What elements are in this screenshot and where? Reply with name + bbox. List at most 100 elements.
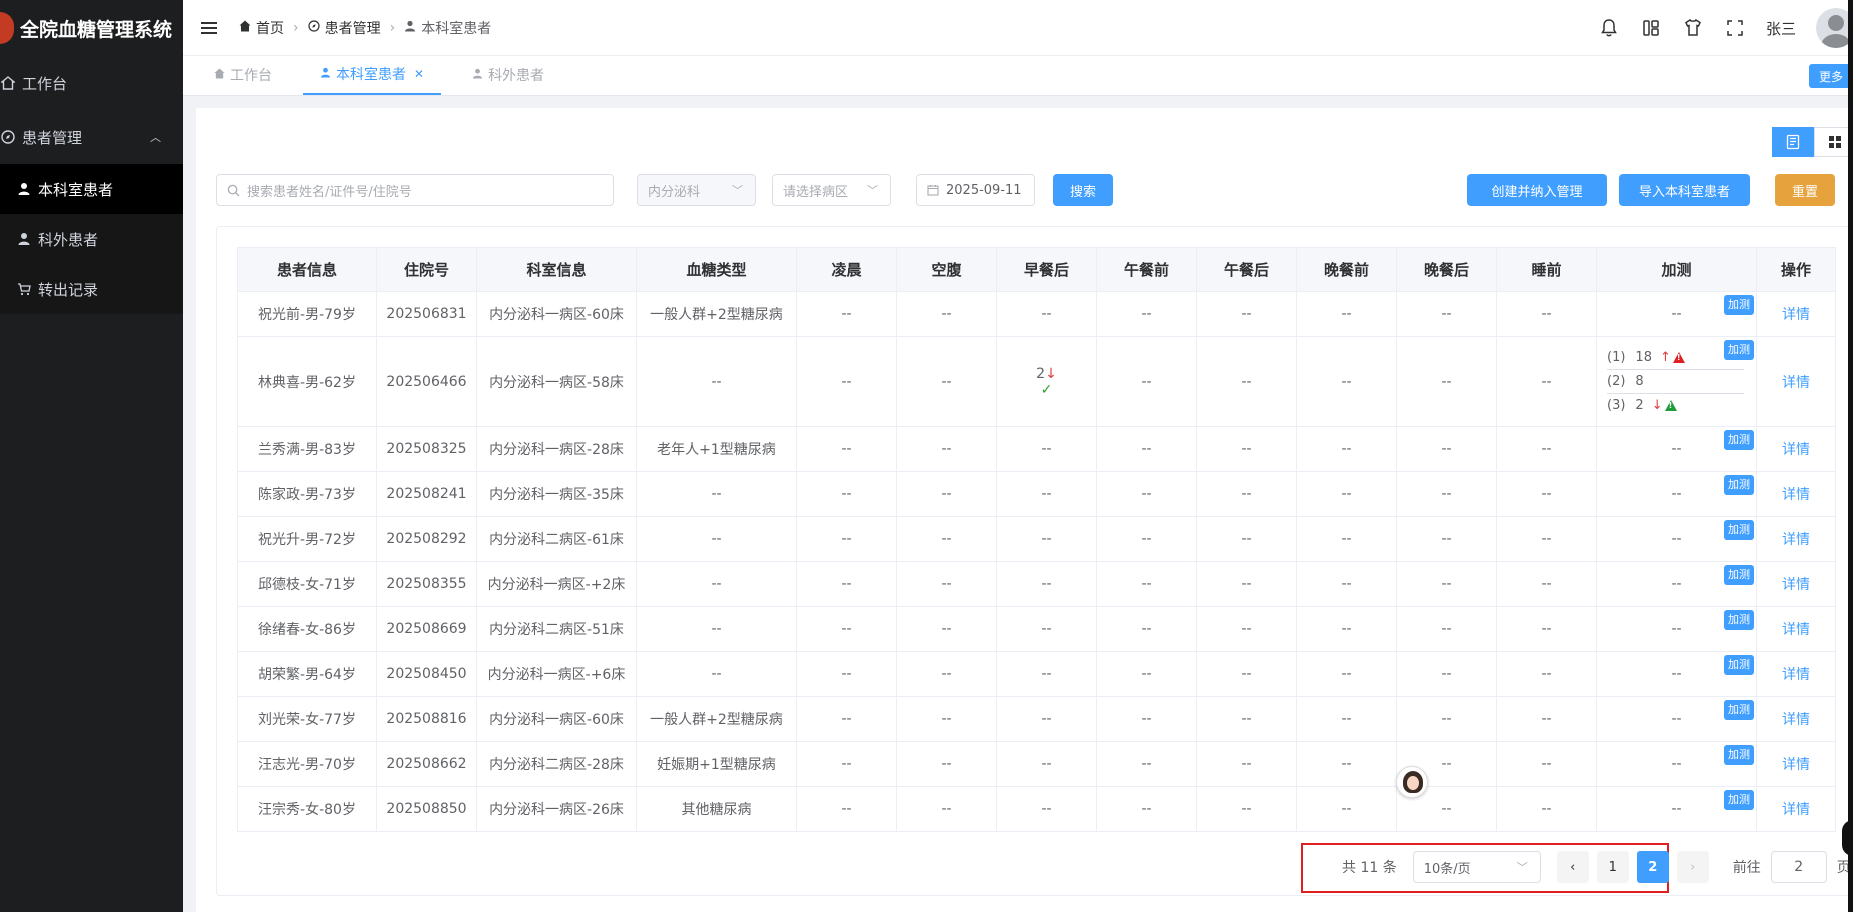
add-measure-button[interactable]: 加测 <box>1724 340 1754 360</box>
bell-icon[interactable] <box>1598 17 1620 39</box>
glucose-dawn-cell: -- <box>796 471 897 517</box>
patient-info-cell: 祝光升-男-72岁 <box>237 516 377 562</box>
chevron-left-icon: ‹ <box>1570 859 1576 875</box>
add-measure-button[interactable]: 加测 <box>1724 520 1754 540</box>
glucose-before-lunch-cell: -- <box>1096 516 1197 562</box>
col-header: 血糖类型 <box>636 247 797 292</box>
sidebar-item-patient-management[interactable]: 患者管理 ︿ <box>0 110 183 164</box>
add-measure-button[interactable]: 加测 <box>1724 655 1754 675</box>
glucose-after-lunch-cell: -- <box>1196 516 1297 562</box>
next-page-button[interactable]: › <box>1676 851 1709 883</box>
sidebar-item-workbench[interactable]: 工作台 <box>0 56 183 110</box>
extra-measure-cell: 加测 -- <box>1596 516 1757 562</box>
extra-measure-cell: 加测 -- <box>1596 741 1757 787</box>
tabs-more-button[interactable]: 更多 <box>1808 64 1853 88</box>
page-size-select[interactable]: 10条/页 ﹀ <box>1412 851 1541 883</box>
sidebar: 全院血糖管理系统 工作台 患者管理 ︿ 本科室患者 科外患者 转出记录 <box>0 0 183 912</box>
detail-link[interactable]: 详情 <box>1782 375 1810 391</box>
glucose-dawn-cell: -- <box>796 786 897 832</box>
assistant-avatar-icon[interactable] <box>1396 766 1428 798</box>
fullscreen-icon[interactable] <box>1724 17 1746 39</box>
glucose-fasting-cell: -- <box>896 651 997 697</box>
detail-link[interactable]: 详情 <box>1782 577 1810 593</box>
glucose-after-breakfast-cell: -- <box>996 426 1097 472</box>
detail-link[interactable]: 详情 <box>1782 487 1810 503</box>
detail-link[interactable]: 详情 <box>1782 532 1810 548</box>
extra-measure-value: 8 <box>1635 373 1644 389</box>
detail-link[interactable]: 详情 <box>1782 667 1810 683</box>
layout-icon[interactable] <box>1640 17 1662 39</box>
breadcrumb-item[interactable]: 首页 <box>256 18 284 38</box>
add-measure-button[interactable]: 加测 <box>1724 700 1754 720</box>
breadcrumb-item[interactable]: 患者管理 <box>325 18 381 38</box>
glucose-bedtime-cell: -- <box>1496 651 1597 697</box>
import-patients-button[interactable]: 导入本科室患者 <box>1619 174 1750 206</box>
user-name[interactable]: 张三 <box>1766 18 1796 39</box>
search-input[interactable]: 搜索患者姓名/证件号/住院号 <box>216 174 614 206</box>
detail-link[interactable]: 详情 <box>1782 307 1810 323</box>
page-1-button[interactable]: 1 <box>1596 851 1629 883</box>
glucose-dawn-cell: -- <box>796 336 897 427</box>
tab-workbench[interactable]: 工作台 <box>197 55 289 95</box>
sidebar-item-label: 科外患者 <box>38 230 99 249</box>
table-row: 汪志光-男-70岁 202508662 内分泌科二病区-28床 妊娠期+1型糖尿病 --… <box>237 741 1836 787</box>
extra-measure-index: (1) <box>1607 349 1626 365</box>
glucose-after-lunch-cell: -- <box>1196 651 1297 697</box>
add-measure-button[interactable]: 加测 <box>1724 790 1754 810</box>
create-manage-button[interactable]: 创建并纳入管理 <box>1467 174 1607 206</box>
detail-link[interactable]: 详情 <box>1782 712 1810 728</box>
floating-handle[interactable] <box>1842 820 1853 856</box>
glucose-fasting-cell: -- <box>896 336 997 427</box>
extra-measure-index: (2) <box>1607 373 1626 389</box>
breadcrumb-separator-icon: › <box>389 19 396 36</box>
add-measure-button[interactable]: 加测 <box>1724 610 1754 630</box>
close-icon[interactable]: ✕ <box>414 67 424 81</box>
detail-link[interactable]: 详情 <box>1782 802 1810 818</box>
empty-value: -- <box>1671 576 1682 592</box>
tab-external-patients[interactable]: 科外患者 <box>455 55 561 95</box>
add-measure-button[interactable]: 加测 <box>1724 295 1754 315</box>
glucose-dawn-cell: -- <box>796 561 897 607</box>
list-view-button[interactable] <box>1772 127 1814 157</box>
add-measure-button[interactable]: 加测 <box>1724 430 1754 450</box>
action-cell: 详情 <box>1756 516 1836 562</box>
search-bar: 搜索患者姓名/证件号/住院号 内分泌科 ﹀ 请选择病区 ﹀ 2025-09-11… <box>216 174 1853 206</box>
goto-page-input[interactable]: 2 <box>1770 851 1827 883</box>
detail-link[interactable]: 详情 <box>1782 442 1810 458</box>
col-header: 晚餐前 <box>1296 247 1397 292</box>
tab-dept-patients[interactable]: 本科室患者 ✕ <box>303 55 442 95</box>
sidebar-item-dept-patients[interactable]: 本科室患者 <box>0 164 183 214</box>
search-button[interactable]: 搜索 <box>1053 174 1113 206</box>
add-measure-button[interactable]: 加测 <box>1724 565 1754 585</box>
add-measure-button[interactable]: 加测 <box>1724 745 1754 765</box>
menu-toggle-icon[interactable] <box>201 21 217 34</box>
patient-info-cell: 胡荣繁-男-64岁 <box>237 651 377 697</box>
reset-button[interactable]: 重置 <box>1775 174 1835 206</box>
view-toggle <box>1772 127 1853 157</box>
detail-link[interactable]: 详情 <box>1782 622 1810 638</box>
sidebar-item-transfer-records[interactable]: 转出记录 <box>0 264 183 314</box>
date-picker[interactable]: 2025-09-11 <box>916 174 1035 206</box>
glucose-type-cell: -- <box>636 651 797 697</box>
department-select[interactable]: 内分泌科 ﹀ <box>637 174 756 206</box>
add-measure-button[interactable]: 加测 <box>1724 475 1754 495</box>
glucose-before-dinner-cell: -- <box>1296 606 1397 652</box>
sidebar-item-label: 转出记录 <box>38 280 99 299</box>
user-icon <box>16 231 32 247</box>
col-header: 空腹 <box>896 247 997 292</box>
ward-select[interactable]: 请选择病区 ﹀ <box>772 174 891 206</box>
prev-page-button[interactable]: ‹ <box>1556 851 1589 883</box>
table-row: 邱德枝-女-71岁 202508355 内分泌科一病区-+2床 -- -- -- -- -- -… <box>237 561 1836 607</box>
action-cell: 详情 <box>1756 291 1836 337</box>
sidebar-item-label: 患者管理 <box>22 128 83 147</box>
extra-measure-value: 2 <box>1635 398 1644 413</box>
sidebar-item-external-patients[interactable]: 科外患者 <box>0 214 183 264</box>
page-size-value: 10条/页 <box>1423 861 1471 877</box>
page-2-button[interactable]: 2 <box>1636 851 1669 883</box>
theme-shirt-icon[interactable] <box>1682 17 1704 39</box>
ward-placeholder: 请选择病区 <box>783 184 849 200</box>
glucose-before-dinner-cell: -- <box>1296 651 1397 697</box>
detail-link[interactable]: 详情 <box>1782 757 1810 773</box>
tab-label: 科外患者 <box>488 68 545 84</box>
admission-no-cell: 202508292 <box>376 516 477 562</box>
